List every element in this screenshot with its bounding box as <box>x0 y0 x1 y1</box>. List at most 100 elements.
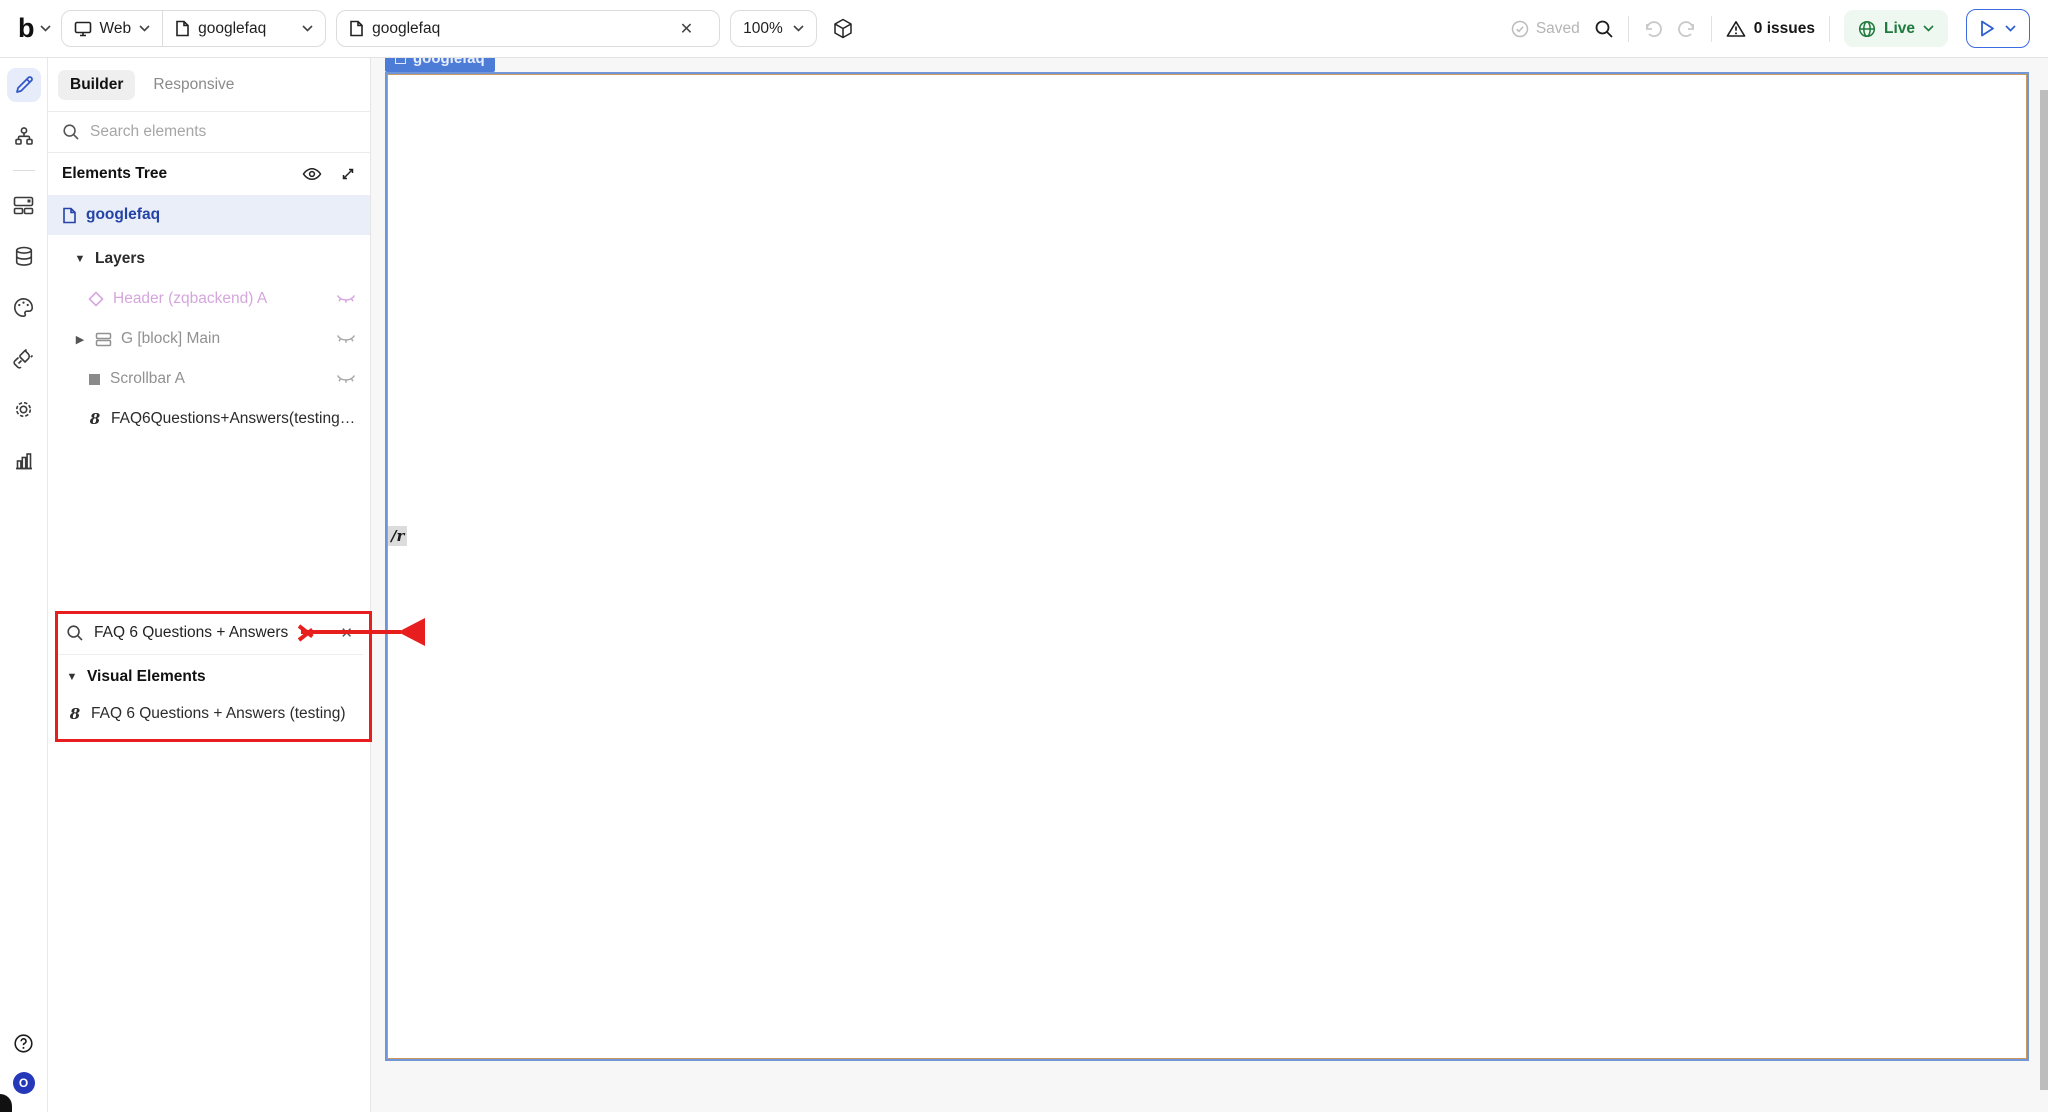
block-icon <box>95 332 112 347</box>
top-toolbar: b Web googlefaq google <box>0 0 2048 58</box>
eye-closed-icon[interactable] <box>336 293 356 305</box>
chevron-down-icon <box>793 25 804 32</box>
caret-down-icon[interactable]: ▼ <box>66 671 78 683</box>
tree-item-label: FAQ6Questions+Answers(testing… <box>111 410 355 428</box>
tree-item-g-block-main[interactable]: ▶ G [block] Main <box>48 319 370 359</box>
overflow-text-artifact: /r <box>388 526 407 546</box>
eye-closed-icon[interactable] <box>336 333 356 345</box>
play-icon <box>1980 20 1995 37</box>
undo-button[interactable] <box>1643 20 1663 38</box>
chevron-down-icon <box>2005 25 2016 32</box>
toolbar-separator <box>1628 16 1629 42</box>
rail-integrations-tab[interactable] <box>7 341 41 375</box>
elements-panel: Builder Responsive Elements Tree googlef… <box>48 58 371 1112</box>
tree-item-label: googlefaq <box>86 206 160 224</box>
close-tab-icon[interactable]: ✕ <box>666 19 707 39</box>
tree-item-header-component[interactable]: Header (zqbackend) A <box>48 279 370 319</box>
search-elements-input[interactable] <box>90 123 320 141</box>
page-selector[interactable]: googlefaq <box>163 11 325 46</box>
chevron-down-icon <box>40 25 51 32</box>
warning-triangle-icon <box>1726 20 1746 38</box>
check-circle-icon <box>1511 20 1529 38</box>
rail-edit-tab[interactable] <box>7 68 41 102</box>
tree-item-faq-component[interactable]: 8 FAQ6Questions+Answers(testing… <box>48 399 370 439</box>
tree-item-scrollbar[interactable]: Scrollbar A <box>48 359 370 399</box>
tree-item-label: Scrollbar A <box>110 370 185 388</box>
rail-content-tab[interactable] <box>7 188 41 222</box>
find-result-faq-component[interactable]: 8 FAQ 6 Questions + Answers (testing) <box>56 694 363 736</box>
org-chart-icon <box>14 126 34 146</box>
device-selector[interactable]: Web <box>62 11 163 46</box>
rail-structure-tab[interactable] <box>7 119 41 153</box>
redo-button[interactable] <box>1677 20 1697 38</box>
target-selector: Web googlefaq <box>61 10 327 47</box>
elements-tree-header: Elements Tree <box>48 153 370 195</box>
canvas-frame-label[interactable]: googlefaq <box>385 58 495 72</box>
live-environment-label: Live <box>1884 20 1915 38</box>
vertical-scrollbar[interactable] <box>2040 90 2048 1090</box>
search-button[interactable] <box>1594 19 1614 39</box>
rail-design-tab[interactable] <box>7 290 41 324</box>
redo-icon <box>1677 20 1697 38</box>
device-selector-label: Web <box>100 20 132 38</box>
help-button[interactable] <box>7 1026 41 1060</box>
monitor-icon <box>74 21 92 37</box>
frame-icon <box>395 58 406 64</box>
preview-button[interactable] <box>1966 9 2030 48</box>
clear-search-icon[interactable]: ✕ <box>340 624 353 642</box>
canvas-workspace[interactable]: googlefaq /r <box>372 58 2048 1112</box>
page-icon <box>62 207 77 224</box>
layout-blocks-icon <box>13 196 34 215</box>
bar-chart-icon <box>14 451 34 470</box>
toolbar-separator <box>1829 16 1830 42</box>
tree-item-label: G [block] Main <box>121 330 220 348</box>
page-icon <box>175 20 190 37</box>
custom-component-icon: 8 <box>68 705 82 723</box>
eye-closed-icon[interactable] <box>336 373 356 385</box>
visual-elements-section[interactable]: ▼ Visual Elements <box>56 655 363 694</box>
rail-data-tab[interactable] <box>7 239 41 273</box>
eye-icon[interactable] <box>302 167 322 181</box>
rail-settings-tab[interactable] <box>7 392 41 426</box>
elements-tree-title: Elements Tree <box>62 165 167 183</box>
cube-icon <box>833 18 853 40</box>
find-search-row: ✕ <box>56 612 363 655</box>
tree-item-page-googlefaq[interactable]: googlefaq <box>48 195 370 235</box>
expand-icon[interactable] <box>340 166 356 182</box>
page-icon <box>349 20 364 37</box>
find-result-label: FAQ 6 Questions + Answers (testing) <box>91 705 346 723</box>
builder-logo[interactable]: b <box>18 13 51 44</box>
3d-view-button[interactable] <box>833 18 853 40</box>
caret-right-icon[interactable]: ▶ <box>74 333 86 346</box>
search-elements-row <box>48 112 370 153</box>
chevron-down-icon <box>1923 25 1934 32</box>
tab-builder[interactable]: Builder <box>58 70 135 100</box>
builder-logo-glyph: b <box>18 13 34 44</box>
canvas-frame-label-text: googlefaq <box>413 58 485 67</box>
save-status: Saved <box>1511 20 1580 38</box>
find-search-input[interactable] <box>94 624 304 642</box>
issues-button[interactable]: 0 issues <box>1726 20 1815 38</box>
caret-down-icon[interactable]: ▼ <box>74 253 86 265</box>
page-canvas[interactable] <box>385 72 2029 1061</box>
live-environment-button[interactable]: Live <box>1844 10 1948 47</box>
undo-icon <box>1643 20 1663 38</box>
issues-count-label: 0 issues <box>1754 20 1815 38</box>
open-page-tab[interactable]: googlefaq ✕ <box>336 10 720 47</box>
help-circle-icon <box>13 1033 34 1054</box>
open-page-tab-label: googlefaq <box>372 20 440 38</box>
tab-responsive[interactable]: Responsive <box>141 70 246 100</box>
globe-icon <box>1858 20 1876 38</box>
database-icon <box>14 246 34 267</box>
diamond-icon <box>88 291 104 307</box>
zoom-selector[interactable]: 100% <box>730 10 817 47</box>
tree-item-layers[interactable]: ▼ Layers <box>48 239 370 279</box>
left-icon-rail: O <box>0 58 48 1112</box>
chevron-down-icon <box>139 25 150 32</box>
user-avatar[interactable]: O <box>13 1072 35 1094</box>
zoom-level-label: 100% <box>743 20 783 38</box>
gear-icon <box>13 399 34 420</box>
save-status-label: Saved <box>1536 20 1580 38</box>
rail-insights-tab[interactable] <box>7 443 41 477</box>
layers-label: Layers <box>95 250 145 268</box>
